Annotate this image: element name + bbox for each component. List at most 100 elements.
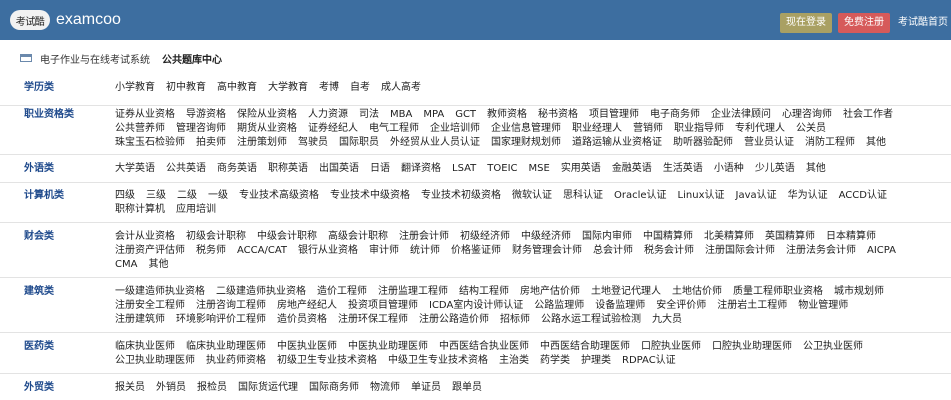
category-link[interactable]: 公路监理师 bbox=[534, 299, 584, 313]
category-link[interactable]: 国家理财规划师 bbox=[491, 136, 561, 150]
category-link[interactable]: 专业技术中级资格 bbox=[330, 189, 410, 203]
category-link[interactable]: 环境影响评价工程师 bbox=[176, 313, 266, 327]
category-link[interactable]: 拍卖师 bbox=[196, 136, 226, 150]
category-link[interactable]: 投资项目管理师 bbox=[348, 299, 418, 313]
category-link[interactable]: 中级经济师 bbox=[521, 230, 571, 244]
category-link[interactable]: ACCA/CAT bbox=[237, 244, 287, 258]
category-link[interactable]: 价格鉴证师 bbox=[451, 244, 501, 258]
category-link[interactable]: 房地产经纪人 bbox=[277, 299, 337, 313]
category-link[interactable]: 招标师 bbox=[500, 313, 530, 327]
category-link[interactable]: 结构工程师 bbox=[459, 285, 509, 299]
category-link[interactable]: 道路运输从业资格证 bbox=[572, 136, 662, 150]
category-link[interactable]: 注册会计师 bbox=[399, 230, 449, 244]
category-link[interactable]: 跟单员 bbox=[452, 381, 482, 395]
logo-badge[interactable]: 考试酷 bbox=[10, 10, 50, 30]
category-link[interactable]: 珠宝玉石检验师 bbox=[115, 136, 185, 150]
category-link[interactable]: 自考 bbox=[350, 81, 370, 95]
breadcrumb-parent[interactable]: 电子作业与在线考试系统 bbox=[40, 51, 150, 66]
category-link[interactable]: GCT bbox=[455, 108, 476, 122]
category-link[interactable]: 大学英语 bbox=[115, 162, 155, 176]
category-link[interactable]: 秘书资格 bbox=[538, 108, 578, 122]
category-link[interactable]: 外销员 bbox=[156, 381, 186, 395]
category-link[interactable]: 中西医结合助理医师 bbox=[540, 340, 630, 354]
category-link[interactable]: 其他 bbox=[866, 136, 886, 150]
category-link[interactable]: 造价工程师 bbox=[317, 285, 367, 299]
category-link[interactable]: 审计师 bbox=[369, 244, 399, 258]
category-link[interactable]: 英国精算师 bbox=[765, 230, 815, 244]
logo-text[interactable]: examcoo bbox=[56, 10, 121, 30]
category-link[interactable]: 质量工程师职业资格 bbox=[733, 285, 823, 299]
category-link[interactable]: 三级 bbox=[146, 189, 166, 203]
category-link[interactable]: ACCD认证 bbox=[839, 189, 887, 203]
category-link[interactable]: 考博 bbox=[319, 81, 339, 95]
category-link[interactable]: 注册策划师 bbox=[237, 136, 287, 150]
category-link[interactable]: 公卫执业助理医师 bbox=[115, 354, 195, 368]
category-link[interactable]: 国际货运代理 bbox=[238, 381, 298, 395]
category-link[interactable]: 注册安全工程师 bbox=[115, 299, 185, 313]
category-link[interactable]: 执业药师资格 bbox=[206, 354, 266, 368]
category-link[interactable]: 思科认证 bbox=[563, 189, 603, 203]
category-link[interactable]: 注册公路造价师 bbox=[419, 313, 489, 327]
category-link[interactable]: 电子商务师 bbox=[650, 108, 700, 122]
category-link[interactable]: 驾驶员 bbox=[298, 136, 328, 150]
category-link[interactable]: 注册咨询工程师 bbox=[196, 299, 266, 313]
category-link[interactable]: 总会计师 bbox=[593, 244, 633, 258]
register-button[interactable]: 免费注册 bbox=[838, 13, 890, 33]
category-link[interactable]: 注册岩土工程师 bbox=[717, 299, 787, 313]
category-link[interactable]: 国际职员 bbox=[339, 136, 379, 150]
category-link[interactable]: 税务会计师 bbox=[644, 244, 694, 258]
category-link[interactable]: 中级会计职称 bbox=[257, 230, 317, 244]
category-link[interactable]: 设备监理师 bbox=[595, 299, 645, 313]
category-link[interactable]: 财务管理会计师 bbox=[512, 244, 582, 258]
category-link[interactable]: 职称英语 bbox=[268, 162, 308, 176]
category-link[interactable]: 小学教育 bbox=[115, 81, 155, 95]
category-link[interactable]: 注册法务会计师 bbox=[786, 244, 856, 258]
category-link[interactable]: 教师资格 bbox=[487, 108, 527, 122]
category-link[interactable]: 主治类 bbox=[499, 354, 529, 368]
category-link[interactable]: 证券经纪人 bbox=[308, 122, 358, 136]
category-link[interactable]: 银行从业资格 bbox=[298, 244, 358, 258]
category-link[interactable]: 安全评价师 bbox=[656, 299, 706, 313]
category-link[interactable]: 报检员 bbox=[197, 381, 227, 395]
category-link[interactable]: 企业法律顾问 bbox=[711, 108, 771, 122]
category-link[interactable]: 土地登记代理人 bbox=[591, 285, 661, 299]
category-link[interactable]: 证券从业资格 bbox=[115, 108, 175, 122]
category-link[interactable]: 公共营养师 bbox=[115, 122, 165, 136]
category-link[interactable]: 城市规划师 bbox=[834, 285, 884, 299]
category-link[interactable]: 职业经理人 bbox=[572, 122, 622, 136]
category-link[interactable]: 其他 bbox=[806, 162, 826, 176]
category-link[interactable]: ICDA室内设计师认证 bbox=[429, 299, 523, 313]
home-link[interactable]: 考试酷首页 bbox=[898, 13, 948, 33]
category-link[interactable]: 临床执业助理医师 bbox=[186, 340, 266, 354]
category-link[interactable]: 中医执业助理医师 bbox=[348, 340, 428, 354]
category-link[interactable]: 电气工程师 bbox=[369, 122, 419, 136]
category-link[interactable]: 物流师 bbox=[370, 381, 400, 395]
category-link[interactable]: 北美精算师 bbox=[704, 230, 754, 244]
category-link[interactable]: 小语种 bbox=[714, 162, 744, 176]
category-link[interactable]: 心理咨询师 bbox=[782, 108, 832, 122]
category-link[interactable]: 初级卫生专业技术资格 bbox=[277, 354, 377, 368]
category-link[interactable]: 专业技术初级资格 bbox=[421, 189, 501, 203]
category-link[interactable]: 商务英语 bbox=[217, 162, 257, 176]
category-link[interactable]: Oracle认证 bbox=[614, 189, 667, 203]
category-link[interactable]: 成人高考 bbox=[381, 81, 421, 95]
category-link[interactable]: 助听器验配师 bbox=[673, 136, 733, 150]
category-link[interactable]: MSE bbox=[529, 162, 550, 176]
category-link[interactable]: 一级 bbox=[208, 189, 228, 203]
category-link[interactable]: 注册环保工程师 bbox=[338, 313, 408, 327]
category-link[interactable]: 公关员 bbox=[796, 122, 826, 136]
category-link[interactable]: 保险从业资格 bbox=[237, 108, 297, 122]
category-link[interactable]: 日语 bbox=[370, 162, 390, 176]
category-link[interactable]: 期货从业资格 bbox=[237, 122, 297, 136]
category-link[interactable]: MPA bbox=[423, 108, 444, 122]
category-link[interactable]: MBA bbox=[390, 108, 412, 122]
category-link[interactable]: 外经贸从业人员认证 bbox=[390, 136, 480, 150]
category-link[interactable]: 消防工程师 bbox=[805, 136, 855, 150]
category-link[interactable]: 营业员认证 bbox=[744, 136, 794, 150]
login-button[interactable]: 现在登录 bbox=[780, 13, 832, 33]
category-link[interactable]: 出国英语 bbox=[319, 162, 359, 176]
category-link[interactable]: 公共英语 bbox=[166, 162, 206, 176]
category-link[interactable]: TOEIC bbox=[487, 162, 517, 176]
category-link[interactable]: 中西医结合执业医师 bbox=[439, 340, 529, 354]
category-link[interactable]: 报关员 bbox=[115, 381, 145, 395]
